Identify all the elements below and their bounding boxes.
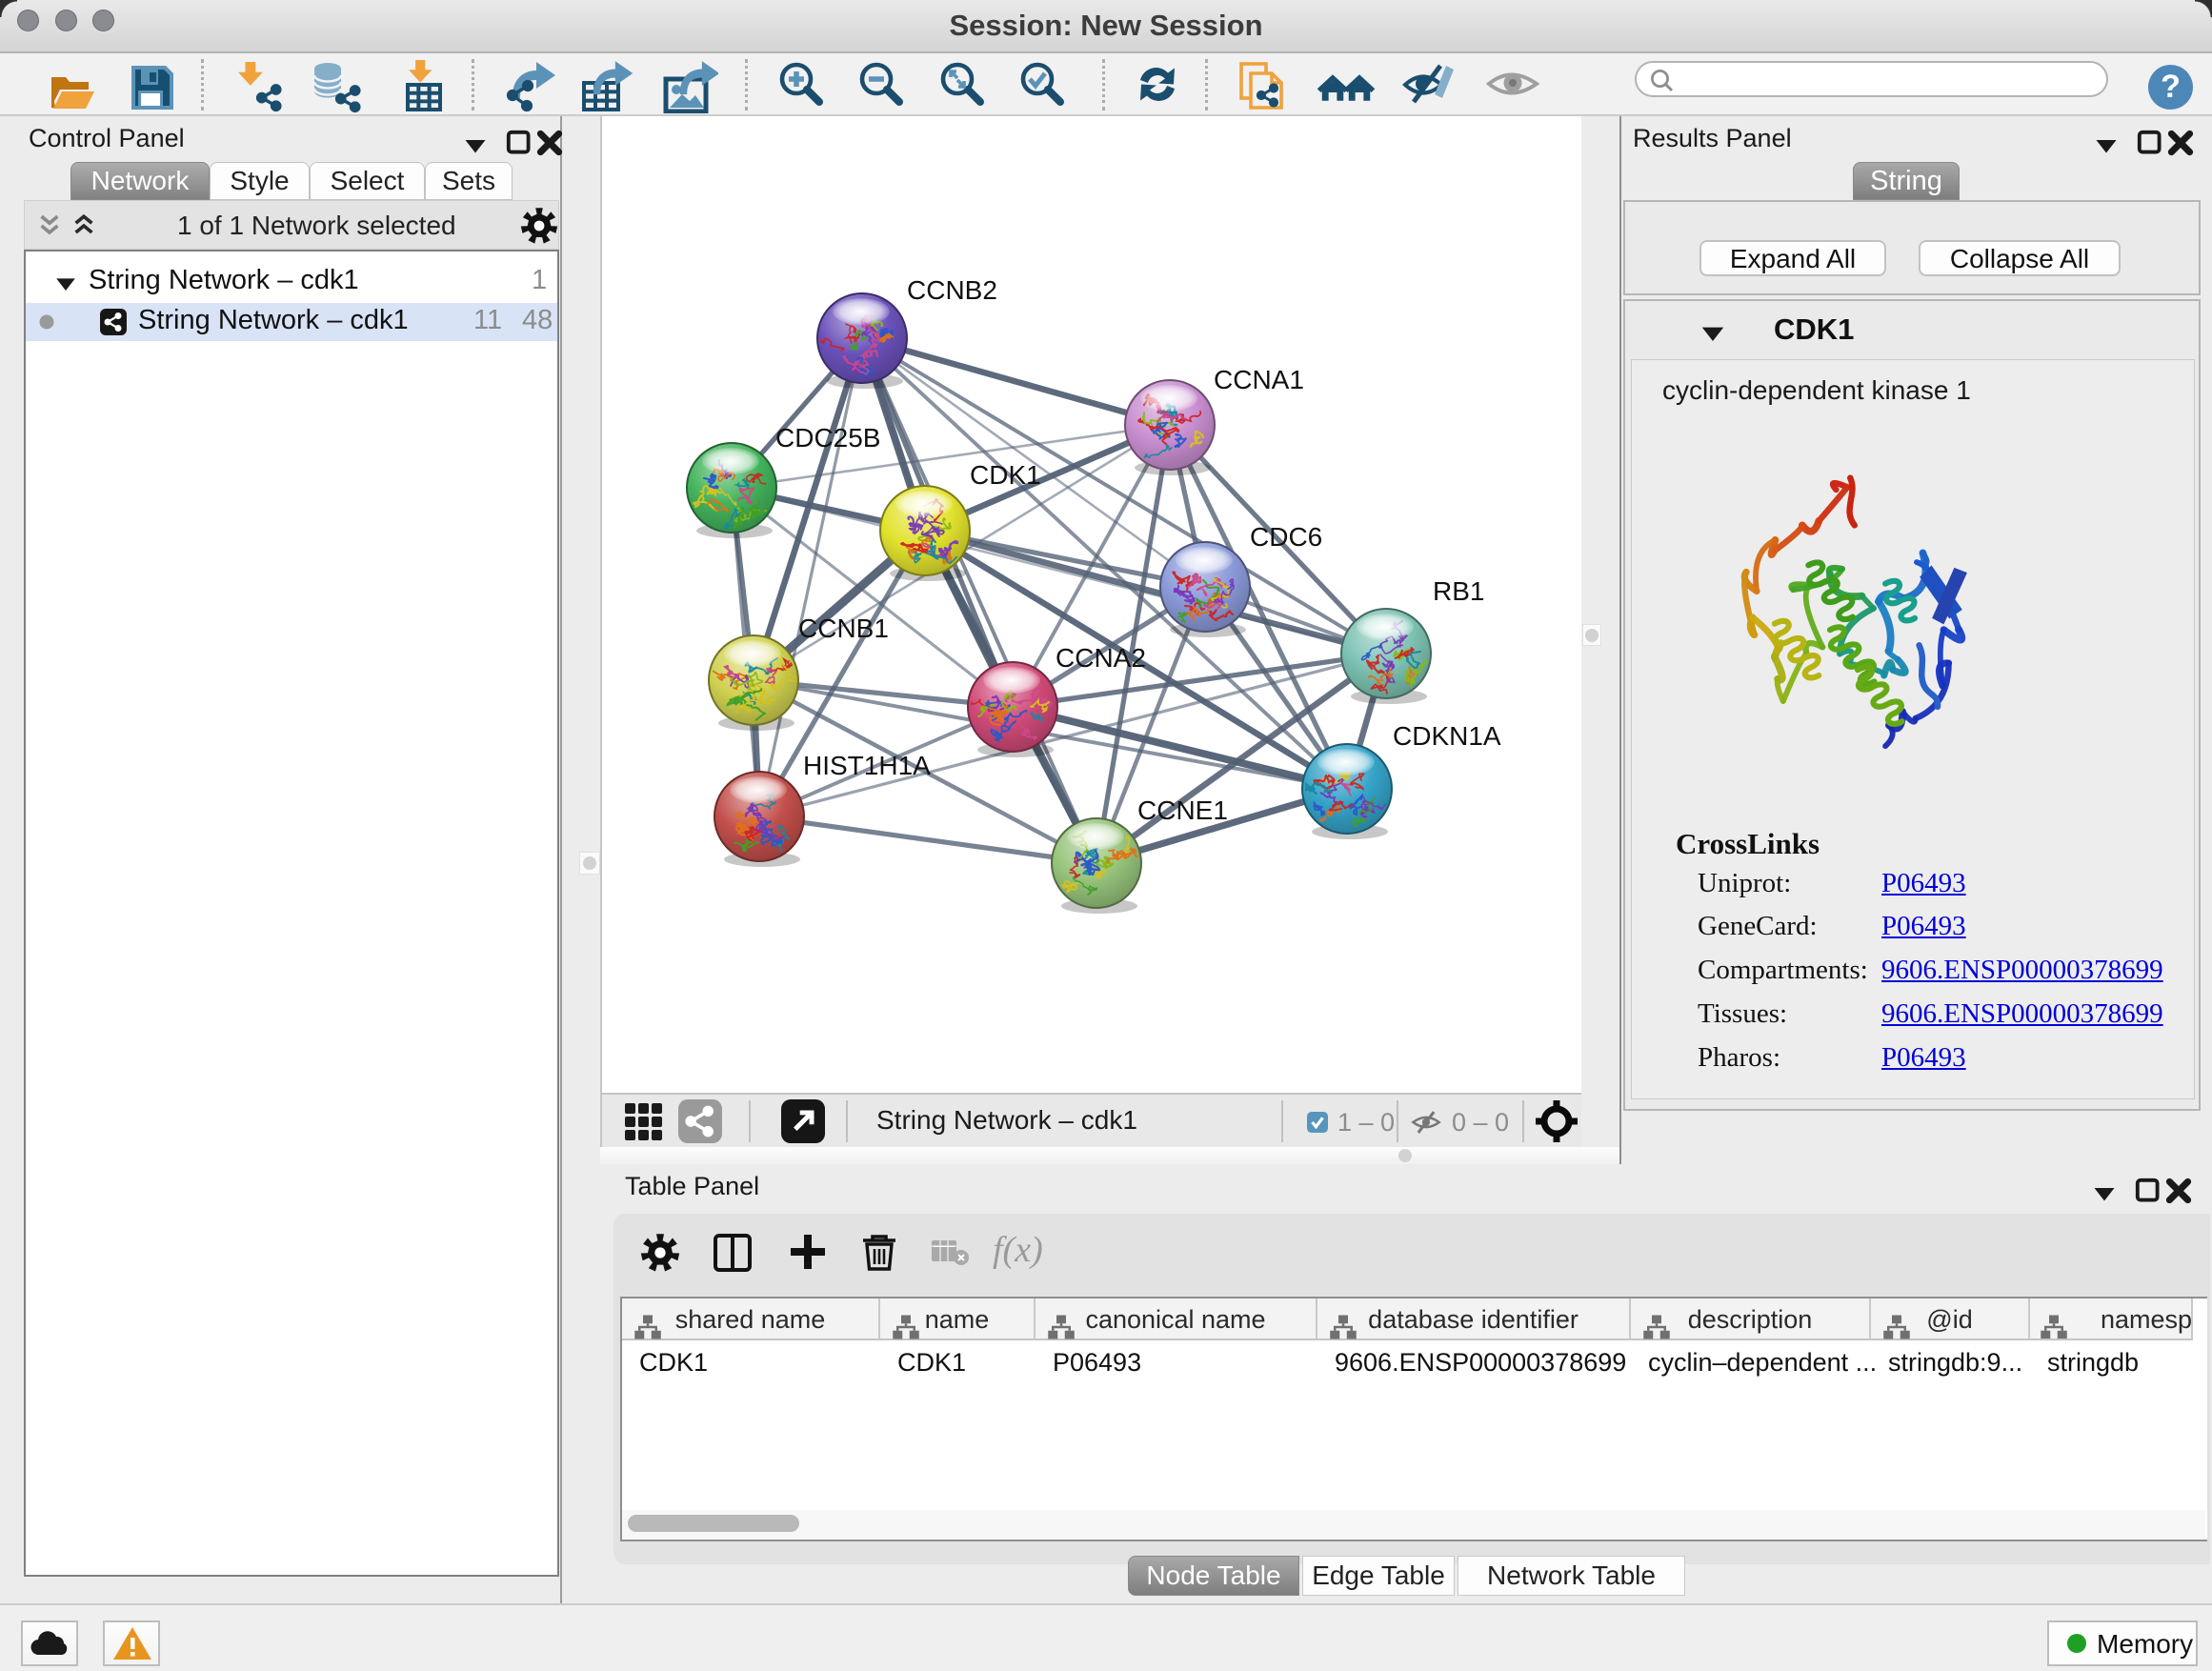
svg-text:CDC6: CDC6 xyxy=(1250,522,1322,552)
svg-text:CCNE1: CCNE1 xyxy=(1137,795,1228,825)
svg-text:CCNB1: CCNB1 xyxy=(798,614,889,643)
svg-text:CCNA2: CCNA2 xyxy=(1056,643,1146,673)
svg-text:CCNB2: CCNB2 xyxy=(907,275,997,305)
svg-text:CDKN1A: CDKN1A xyxy=(1393,721,1501,751)
svg-text:CCNA1: CCNA1 xyxy=(1214,365,1304,394)
svg-text:CDK1: CDK1 xyxy=(970,460,1041,490)
svg-text:CDC25B: CDC25B xyxy=(775,423,880,453)
svg-text:HIST1H1A: HIST1H1A xyxy=(803,751,931,780)
svg-text:RB1: RB1 xyxy=(1433,576,1484,606)
